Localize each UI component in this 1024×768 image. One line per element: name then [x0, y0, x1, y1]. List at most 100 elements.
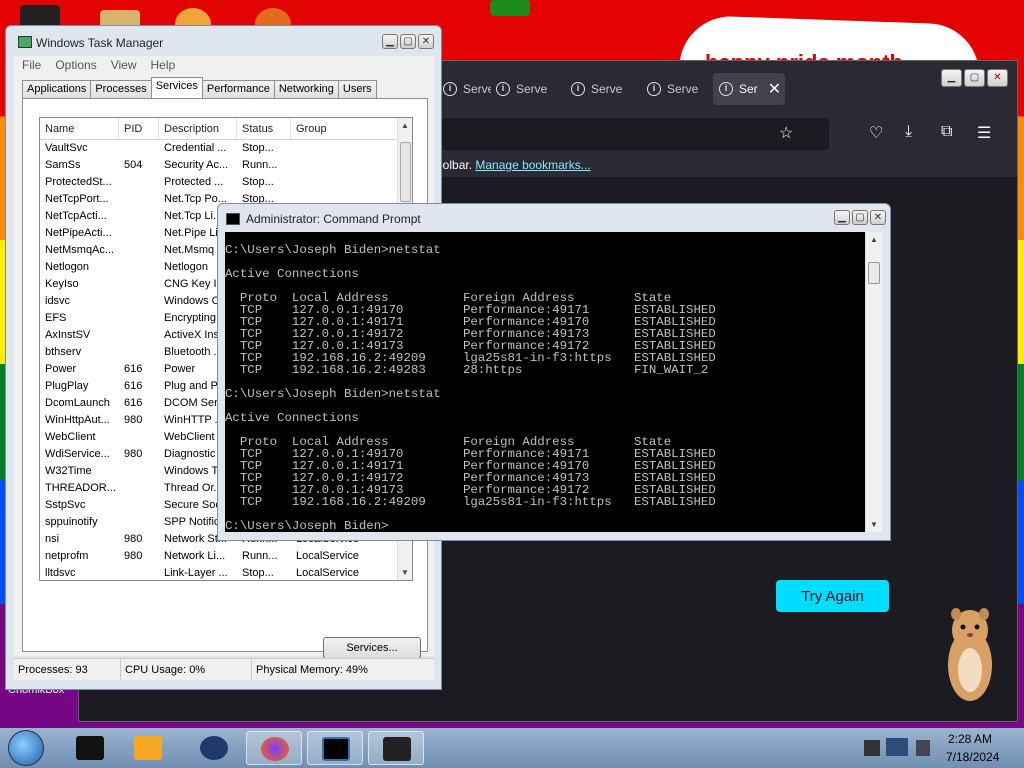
bookmark-star-icon[interactable]: ☆ [779, 123, 793, 143]
pocket-icon[interactable]: ♡ [869, 123, 883, 143]
scrollbar-thumb[interactable] [400, 142, 411, 202]
clock-time[interactable]: 2:28 AM [948, 732, 992, 746]
column-header-name[interactable]: Name [40, 118, 119, 139]
maximize-button[interactable]: ▢ [964, 69, 985, 87]
column-header-status[interactable]: Status [237, 118, 291, 139]
column-header-group[interactable]: Group [291, 118, 399, 139]
task-manager-tabs: Applications Processes Services Performa… [22, 77, 377, 98]
cell-pid [119, 327, 159, 344]
cell-pid [119, 344, 159, 361]
taskbar-item-globe[interactable] [186, 731, 242, 765]
info-icon: i [719, 82, 733, 96]
cell-pid [119, 310, 159, 327]
minimize-button[interactable]: ▁ [834, 210, 850, 225]
cell-group: LocalService [296, 567, 359, 579]
table-row[interactable]: lltdsvc Link-Layer ... Stop... LocalService [40, 565, 412, 580]
tab-networking[interactable]: Networking [273, 80, 339, 98]
firefox-tab[interactable]: i Server [490, 73, 548, 105]
menu-options[interactable]: Options [55, 56, 96, 74]
taskbar-item-media-player[interactable] [120, 731, 176, 765]
table-row[interactable]: netprofm 980 Network Li... Runn... LocalServ… [40, 548, 412, 565]
cell-name: bthserv [45, 346, 82, 358]
taskbar-item-app[interactable] [62, 731, 118, 765]
extensions-icon[interactable]: ⧉ [941, 123, 952, 141]
close-button[interactable]: ✕ [418, 34, 434, 49]
maximize-button[interactable]: ▢ [400, 34, 416, 49]
console-output: C:\Users\Joseph Biden>netstat Active Con… [225, 243, 716, 532]
column-header-pid[interactable]: PID [119, 118, 159, 139]
tab-performance[interactable]: Performance [201, 80, 275, 98]
scroll-down-icon[interactable]: ▼ [870, 520, 878, 529]
console-area[interactable]: C:\Users\Joseph Biden>netstat Active Con… [225, 232, 865, 532]
desktop-icon-alien[interactable] [490, 0, 530, 16]
task-manager-titlebar[interactable]: Windows Task Manager ▁ ▢ ✕ [6, 26, 441, 56]
cell-pid [119, 276, 159, 293]
cell-status: Stop... [242, 567, 274, 579]
scroll-down-icon[interactable]: ▼ [401, 568, 409, 577]
cell-name: AxInstSV [45, 329, 91, 341]
cell-name: PlugPlay [45, 380, 89, 392]
url-bar[interactable]: ☆ [439, 118, 829, 150]
firefox-tab[interactable]: i Server [565, 73, 623, 105]
menu-file[interactable]: File [22, 56, 41, 74]
firefox-tab[interactable]: i Server [437, 73, 491, 105]
table-row[interactable]: SamSs 504 Security Ac... Runn... [40, 157, 412, 174]
console-scrollbar[interactable]: ▲ ▼ [865, 232, 882, 532]
start-button[interactable] [8, 730, 44, 766]
firefox-tab-active[interactable]: i Ser ✕ [713, 73, 785, 105]
cell-pid [119, 480, 159, 497]
clock-date[interactable]: 7/18/2024 [946, 750, 999, 764]
cell-group [291, 157, 399, 174]
table-row[interactable]: VaultSvc Credential ... Stop... [40, 140, 412, 157]
cell-pid [119, 140, 159, 157]
taskbar-item-firefox[interactable] [246, 731, 302, 765]
cell-name: lltdsvc [45, 567, 76, 579]
minimize-button[interactable]: ▁ [941, 69, 962, 87]
firefox-tab[interactable]: i Server [641, 73, 699, 105]
menu-help[interactable]: Help [151, 56, 176, 74]
cell-name: NetPipeActi... [45, 227, 112, 239]
cell-name: SstpSvc [45, 499, 86, 511]
menu-icon[interactable]: ☰ [977, 123, 991, 143]
taskbar-item-command-prompt[interactable] [307, 731, 363, 765]
scroll-up-icon[interactable]: ▲ [401, 121, 409, 130]
volume-icon[interactable] [916, 740, 930, 756]
column-header-description[interactable]: Description [159, 118, 237, 139]
cell-name: WebClient [45, 431, 96, 443]
close-button[interactable]: ✕ [987, 69, 1008, 87]
cell-name: THREADOR... [45, 482, 116, 494]
table-row[interactable]: ProtectedSt... Protected ... Stop... [40, 174, 412, 191]
close-tab-icon[interactable]: ✕ [768, 79, 781, 99]
maximize-button[interactable]: ▢ [852, 210, 868, 225]
task-manager-statusbar: Processes: 93 CPU Usage: 0% Physical Mem… [14, 658, 434, 680]
tab-applications[interactable]: Applications [22, 80, 92, 98]
display-icon[interactable] [886, 738, 908, 756]
cell-name: NetTcpPort... [45, 193, 109, 205]
cell-name: EFS [45, 312, 67, 324]
cell-name: KeyIso [45, 278, 79, 290]
tab-services[interactable]: Services [150, 77, 203, 98]
cell-name: NetMsmqAc... [45, 244, 115, 256]
network-icon[interactable] [864, 740, 880, 756]
download-icon[interactable]: ⤓ [905, 123, 912, 141]
taskbar-item-task-manager[interactable] [368, 731, 424, 765]
tab-users[interactable]: Users [337, 80, 377, 98]
cell-pid: 616 [124, 380, 143, 392]
cell-pid: 616 [124, 397, 143, 409]
scrollbar-thumb[interactable] [868, 262, 880, 284]
cell-group: LocalService [296, 550, 359, 562]
close-button[interactable]: ✕ [870, 210, 886, 225]
tab-processes[interactable]: Processes [90, 80, 152, 98]
minimize-button[interactable]: ▁ [382, 34, 398, 49]
services-button[interactable]: Services... [323, 637, 421, 659]
cell-pid: 980 [124, 448, 143, 460]
command-prompt-title: Administrator: Command Prompt [246, 212, 421, 226]
menu-view[interactable]: View [111, 56, 137, 74]
hamster-image [948, 608, 992, 701]
try-again-button[interactable]: Try Again [776, 580, 889, 612]
globe-icon [200, 736, 228, 760]
scroll-up-icon[interactable]: ▲ [870, 235, 878, 244]
status-cpu: CPU Usage: 0% [121, 659, 252, 680]
manage-bookmarks-link[interactable]: Manage bookmarks... [475, 158, 590, 172]
cell-name: idsvc [45, 295, 71, 307]
